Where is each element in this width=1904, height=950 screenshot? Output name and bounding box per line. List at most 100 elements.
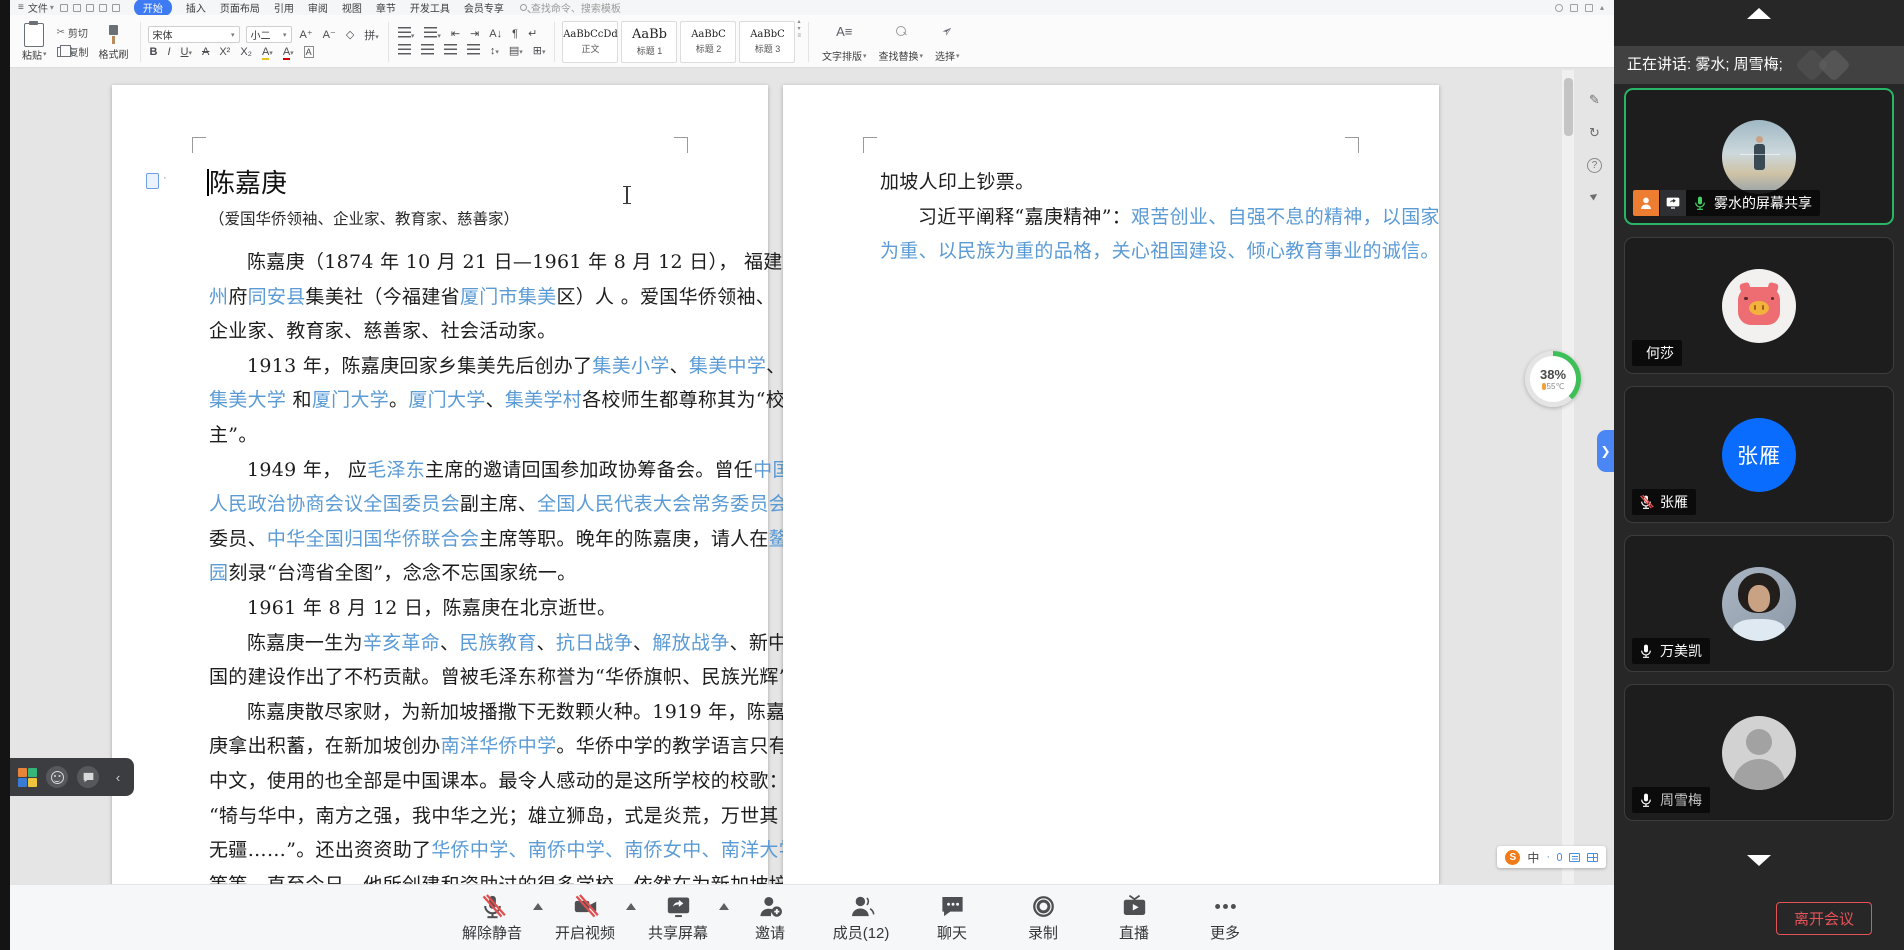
borders-icon[interactable]: ⊞▾ bbox=[531, 44, 548, 57]
participant-tile[interactable]: 张雁张雁 bbox=[1624, 386, 1894, 523]
toolbar-chat-button[interactable]: 聊天 bbox=[923, 892, 981, 943]
toolbar-camera-button[interactable]: 开启视频 bbox=[555, 892, 615, 943]
pointer-icon[interactable]: ► bbox=[1587, 188, 1603, 204]
ime-mode-label[interactable]: 中 bbox=[1527, 849, 1539, 866]
toolbar-record-button[interactable]: 录制 bbox=[1014, 892, 1072, 943]
format-painter-button[interactable]: 格式刷 bbox=[95, 22, 133, 63]
leave-meeting-button[interactable]: 离开会议 bbox=[1776, 902, 1872, 935]
menu-tab-4[interactable]: 审阅 bbox=[308, 0, 328, 15]
toolbar-members-button[interactable]: 成员(12) bbox=[832, 892, 890, 943]
menu-tab-8[interactable]: 会员专享 bbox=[464, 0, 504, 15]
participant-tile[interactable]: 雾水的屏幕共享 bbox=[1624, 88, 1894, 225]
font-color-button[interactable]: A▾ bbox=[281, 46, 296, 58]
preview-icon[interactable] bbox=[86, 4, 94, 12]
expand-panel-tab[interactable]: ❯ bbox=[1597, 430, 1614, 472]
toolbar-invite-button[interactable]: 邀请 bbox=[741, 892, 799, 943]
wrap-icon[interactable]: ↵ bbox=[526, 27, 539, 40]
help-icon[interactable]: ? bbox=[1587, 158, 1602, 173]
undo-icon[interactable] bbox=[99, 4, 107, 12]
collapse-quickbar-icon[interactable]: ‹ bbox=[108, 763, 128, 791]
style-preset-3[interactable]: AaBbC标题 3 bbox=[739, 21, 795, 63]
sogou-logo-icon[interactable]: S bbox=[1505, 850, 1520, 865]
character-border-button[interactable]: A bbox=[302, 46, 316, 58]
participant-tile[interactable]: 万美凯 bbox=[1624, 535, 1894, 672]
font-size-select[interactable]: 小二▾ bbox=[246, 26, 292, 43]
align-right-icon[interactable] bbox=[442, 44, 459, 58]
align-left-icon[interactable] bbox=[396, 44, 413, 58]
menu-tab-3[interactable]: 引用 bbox=[274, 0, 294, 15]
decrease-font-icon[interactable]: A⁻ bbox=[321, 28, 338, 41]
strikethrough-button[interactable]: A bbox=[200, 46, 211, 58]
chat-quick-button[interactable] bbox=[77, 766, 99, 788]
menu-tab-5[interactable]: 视图 bbox=[342, 0, 362, 15]
styles-scroll[interactable]: ▴▾≡ bbox=[797, 19, 801, 65]
paste-button[interactable]: 粘贴▾ bbox=[18, 21, 51, 64]
toolbar-more-button[interactable]: 更多 bbox=[1196, 892, 1254, 943]
app-grid-icon[interactable] bbox=[18, 768, 37, 787]
collapse-ribbon-icon[interactable]: ▴ bbox=[1600, 3, 1604, 12]
quick-access-toolbar[interactable] bbox=[60, 4, 120, 12]
style-margin-icon[interactable] bbox=[146, 173, 159, 189]
line-spacing-icon[interactable]: ↕▾ bbox=[488, 45, 501, 57]
bullet-list-icon[interactable]: ▾ bbox=[396, 27, 417, 41]
participant-tile[interactable]: 周雪梅 bbox=[1624, 684, 1894, 821]
history-icon[interactable]: ↻ bbox=[1589, 125, 1600, 141]
unmute-options-caret[interactable] bbox=[533, 903, 543, 910]
style-preset-1[interactable]: AaBb标题 1 bbox=[621, 21, 677, 63]
battery-widget[interactable]: 38% 55℃ bbox=[1525, 351, 1581, 407]
highlight-button[interactable]: A▾ bbox=[260, 46, 275, 58]
scroll-up-icon[interactable] bbox=[1747, 8, 1771, 19]
decrease-indent-icon[interactable]: ⇤ bbox=[449, 27, 462, 40]
menu-tab-1[interactable]: 插入 bbox=[186, 0, 206, 15]
main-menu-icon[interactable]: ≡ bbox=[18, 2, 24, 13]
clear-format-icon[interactable]: ◇ bbox=[344, 28, 356, 41]
document-workspace[interactable]: 陈嘉庚 （爱国华侨领袖、企业家、教育家、慈善家） 陈嘉庚（1874 年 10 月… bbox=[10, 68, 1614, 950]
redo-icon[interactable] bbox=[112, 4, 120, 12]
save-icon[interactable] bbox=[60, 4, 68, 12]
find-replace-button[interactable]: 查找替换▾ bbox=[873, 19, 930, 65]
share-options-caret[interactable] bbox=[719, 903, 729, 910]
participant-tile[interactable]: 何莎 bbox=[1624, 237, 1894, 374]
number-list-icon[interactable]: ▾ bbox=[422, 27, 443, 41]
document-page-left[interactable]: 陈嘉庚 （爱国华侨领袖、企业家、教育家、慈善家） 陈嘉庚（1874 年 10 月… bbox=[112, 85, 768, 950]
ime-toolbox-icon[interactable] bbox=[1587, 853, 1598, 862]
file-menu[interactable]: 文件 bbox=[28, 0, 48, 15]
underline-button[interactable]: U▾ bbox=[179, 46, 194, 58]
menu-tab-7[interactable]: 开发工具 bbox=[410, 0, 450, 15]
scroll-down-icon[interactable] bbox=[1747, 855, 1771, 866]
scrollbar-thumb[interactable] bbox=[1564, 78, 1573, 136]
subscript-button[interactable]: X₂ bbox=[238, 46, 254, 58]
italic-button[interactable]: I bbox=[165, 46, 172, 58]
sort-icon[interactable]: A↓ bbox=[487, 28, 504, 40]
account-icon[interactable] bbox=[1555, 4, 1563, 12]
toolbar-unmute-button[interactable]: 解除静音 bbox=[462, 892, 522, 943]
bold-button[interactable]: B bbox=[148, 46, 160, 58]
command-search[interactable]: 查找命令、搜索模板 bbox=[520, 0, 621, 15]
increase-font-icon[interactable]: A⁺ bbox=[298, 28, 315, 41]
share-doc-icon[interactable] bbox=[1585, 4, 1593, 12]
font-name-select[interactable]: 宋体▾ bbox=[148, 26, 240, 43]
shading-icon[interactable]: ▤▾ bbox=[507, 44, 525, 57]
toolbar-share-button[interactable]: 共享屏幕 bbox=[648, 892, 708, 943]
phonetic-guide-icon[interactable]: 拼▾ bbox=[362, 27, 381, 43]
toolbar-live-button[interactable]: 直播 bbox=[1105, 892, 1163, 943]
show-marks-icon[interactable]: ¶ bbox=[510, 28, 520, 40]
ime-keyboard-icon[interactable] bbox=[1569, 853, 1580, 862]
print-icon[interactable] bbox=[73, 4, 81, 12]
ime-mic-icon[interactable] bbox=[1557, 853, 1562, 861]
document-scrollbar[interactable] bbox=[1562, 70, 1574, 884]
camera-options-caret[interactable] bbox=[626, 903, 636, 910]
menu-tab-6[interactable]: 章节 bbox=[376, 0, 396, 15]
style-preset-2[interactable]: AaBbC标题 2 bbox=[680, 21, 736, 63]
cut-button[interactable]: ✂剪切 bbox=[57, 25, 89, 40]
text-layout-button[interactable]: A≡ 文字排版▾ bbox=[816, 19, 873, 65]
justify-icon[interactable] bbox=[465, 44, 482, 58]
superscript-button[interactable]: X² bbox=[217, 46, 232, 58]
select-button[interactable]: ➣ 选择▾ bbox=[929, 19, 966, 65]
style-preset-0[interactable]: AaBbCcDd正文 bbox=[562, 21, 618, 63]
sync-icon[interactable] bbox=[1570, 4, 1578, 12]
ime-bar[interactable]: S 中 · bbox=[1497, 846, 1606, 868]
increase-indent-icon[interactable]: ⇥ bbox=[468, 27, 481, 40]
ink-pen-icon[interactable]: ✎ bbox=[1589, 92, 1600, 108]
menu-tab-2[interactable]: 页面布局 bbox=[220, 0, 260, 15]
